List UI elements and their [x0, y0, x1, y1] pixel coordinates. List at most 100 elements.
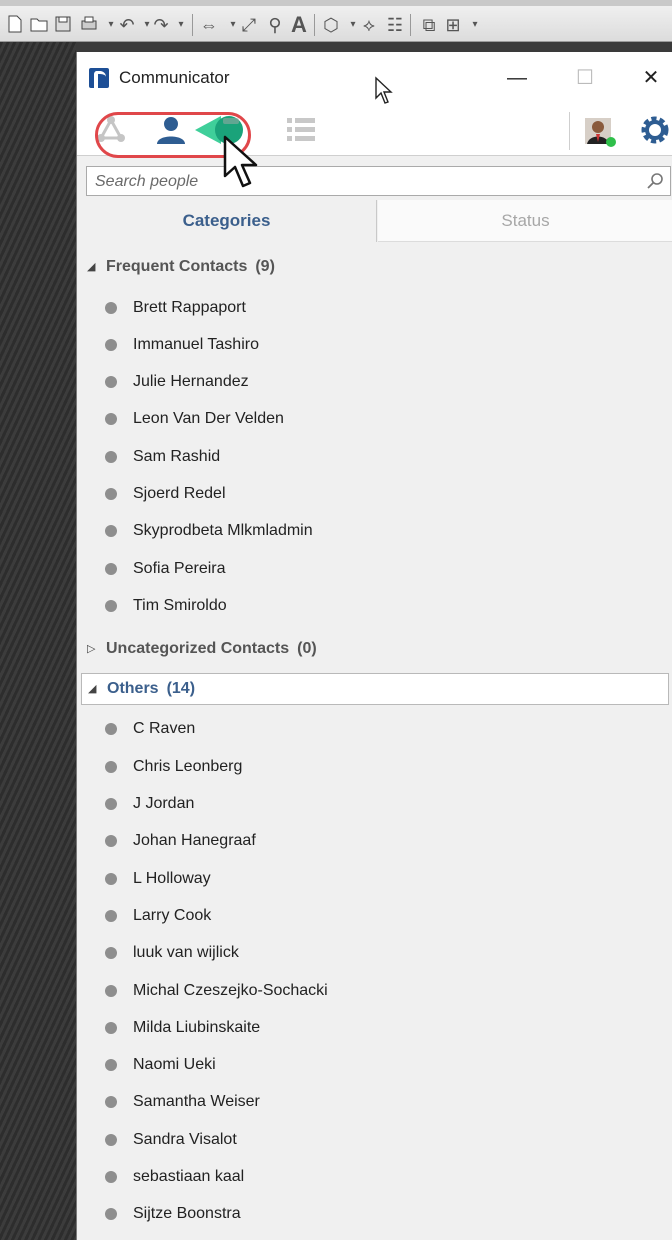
window-title: Communicator [119, 68, 230, 87]
contact-item[interactable]: Immanuel Tashiro [105, 330, 645, 360]
close-hidden-icon[interactable]: ⧉ [418, 14, 440, 36]
dimension-icon[interactable]: ⤢ [238, 14, 260, 36]
search-input[interactable] [93, 170, 637, 194]
contact-item[interactable]: luuk van wijlick [105, 938, 645, 968]
presence-icon [105, 761, 117, 773]
category-count: (0) [297, 640, 317, 657]
measure-icon[interactable]: ⇔ [198, 14, 220, 36]
text-icon[interactable]: A [288, 14, 310, 36]
navigation-separator [569, 112, 570, 150]
contact-item[interactable]: Skyprodbeta Mlkmladmin [105, 516, 645, 546]
tab-categories[interactable]: Categories [77, 200, 377, 242]
contact-name: Sjoerd Redel [133, 485, 226, 502]
contact-item[interactable]: Sijtze Boonstra [105, 1199, 645, 1229]
3d-view-icon[interactable]: ⬡ [320, 14, 342, 36]
switch-windows-icon[interactable]: ⊞ [442, 14, 464, 36]
presence-icon [105, 947, 117, 959]
contact-name: sebastiaan kaal [133, 1168, 245, 1185]
category-count: (9) [255, 258, 275, 275]
expand-triangle-icon[interactable]: ◢ [88, 674, 96, 704]
search-box[interactable] [86, 166, 671, 196]
contact-item[interactable]: Milda Liubinskaite [105, 1013, 645, 1043]
presence-icon [105, 1134, 117, 1146]
tag-icon[interactable]: ⚲ [264, 14, 286, 36]
contact-name: Sandra Visalot [133, 1131, 237, 1148]
category-uncategorized-contacts[interactable]: ▷ Uncategorized Contacts (0) [81, 634, 669, 666]
contact-item[interactable]: Larry Cook [105, 901, 645, 931]
communicator-window: Communicator — ☐ ✕ Search people Categor… [76, 52, 672, 1240]
redo-icon[interactable]: ↷ [150, 14, 172, 36]
contact-item[interactable]: Samantha Weiser [105, 1087, 645, 1117]
toolbar-separator [410, 14, 411, 36]
open-folder-icon[interactable] [28, 14, 50, 36]
expand-triangle-icon[interactable]: ◢ [87, 252, 95, 282]
presence-icon [105, 563, 117, 575]
contact-name: Sofia Pereira [133, 560, 226, 577]
search-icon[interactable] [646, 171, 666, 191]
presence-icon [105, 451, 117, 463]
contact-item[interactable]: Julie Hernandez [105, 367, 645, 397]
contact-name: Larry Cook [133, 907, 212, 924]
contact-item[interactable]: Brett Rappaport [105, 293, 645, 323]
presence-icon [105, 835, 117, 847]
category-others[interactable]: ◢ Others (14) [81, 673, 669, 705]
category-frequent-contacts[interactable]: ◢ Frequent Contacts (9) [81, 252, 669, 284]
contact-name: Johan Hanegraaf [133, 832, 256, 849]
collapse-triangle-icon[interactable]: ▷ [87, 634, 95, 664]
presence-icon [105, 798, 117, 810]
contact-name: Immanuel Tashiro [133, 336, 259, 353]
print-icon[interactable] [78, 14, 100, 36]
dropdown-arrow-icon[interactable]: ▾ [170, 14, 192, 36]
category-count: (14) [166, 680, 196, 697]
save-icon[interactable] [52, 14, 74, 36]
settings-icon[interactable] [637, 112, 672, 148]
contact-name: L Holloway [133, 870, 211, 887]
category-name: Uncategorized Contacts [106, 640, 290, 657]
minimize-button[interactable]: — [497, 64, 537, 92]
contact-item[interactable]: Tim Smiroldo [105, 591, 645, 621]
new-file-icon[interactable] [4, 14, 26, 36]
dropdown-arrow-icon[interactable]: ▾ [464, 14, 486, 36]
close-button[interactable]: ✕ [631, 64, 671, 92]
presence-icon [105, 910, 117, 922]
presence-icon [105, 985, 117, 997]
tab-status[interactable]: Status [378, 200, 672, 242]
contact-name: J Jordan [133, 795, 195, 812]
app-logo-icon [89, 68, 109, 88]
avatar-icon[interactable] [581, 112, 617, 148]
mouse-pointer-icon [375, 76, 393, 104]
contact-name: Tim Smiroldo [133, 597, 227, 614]
contact-item[interactable]: C Raven [105, 714, 645, 744]
maximize-button[interactable]: ☐ [565, 64, 605, 92]
contact-name: Brett Rappaport [133, 299, 246, 316]
view-tabs: Categories Status [77, 200, 672, 242]
contact-item[interactable]: J Jordan [105, 789, 645, 819]
contact-item[interactable]: Sofia Pereira [105, 554, 645, 584]
list-icon[interactable] [283, 112, 319, 148]
contact-item[interactable]: Chris Leonberg [105, 752, 645, 782]
presence-icon [105, 1208, 117, 1220]
contact-item[interactable]: Michal Czeszejko-Sochacki [105, 976, 645, 1006]
section-icon[interactable]: ⟡ [358, 14, 380, 36]
thin-lines-icon[interactable]: ☷ [384, 14, 406, 36]
contact-item[interactable]: Johan Hanegraaf [105, 826, 645, 856]
presence-icon [105, 376, 117, 388]
undo-icon[interactable]: ↶ [116, 14, 138, 36]
background-hatch [0, 42, 76, 1240]
large-cursor-icon [223, 135, 258, 188]
presence-icon [105, 488, 117, 500]
contact-item[interactable]: Leon Van Der Velden [105, 404, 645, 434]
contact-item[interactable]: sebastiaan kaal [105, 1162, 645, 1192]
contact-name: Leon Van Der Velden [133, 410, 284, 427]
contact-item[interactable]: Naomi Ueki [105, 1050, 645, 1080]
host-toolbar-strip [0, 0, 672, 6]
contact-name: luuk van wijlick [133, 944, 239, 961]
contact-name: Milda Liubinskaite [133, 1019, 261, 1036]
contact-name: Chris Leonberg [133, 758, 243, 775]
toolbar-separator [192, 14, 193, 36]
contact-item[interactable]: Sjoerd Redel [105, 479, 645, 509]
contact-item[interactable]: L Holloway [105, 864, 645, 894]
presence-icon [105, 1096, 117, 1108]
contact-item[interactable]: Sam Rashid [105, 442, 645, 472]
contact-item[interactable]: Sandra Visalot [105, 1125, 645, 1155]
